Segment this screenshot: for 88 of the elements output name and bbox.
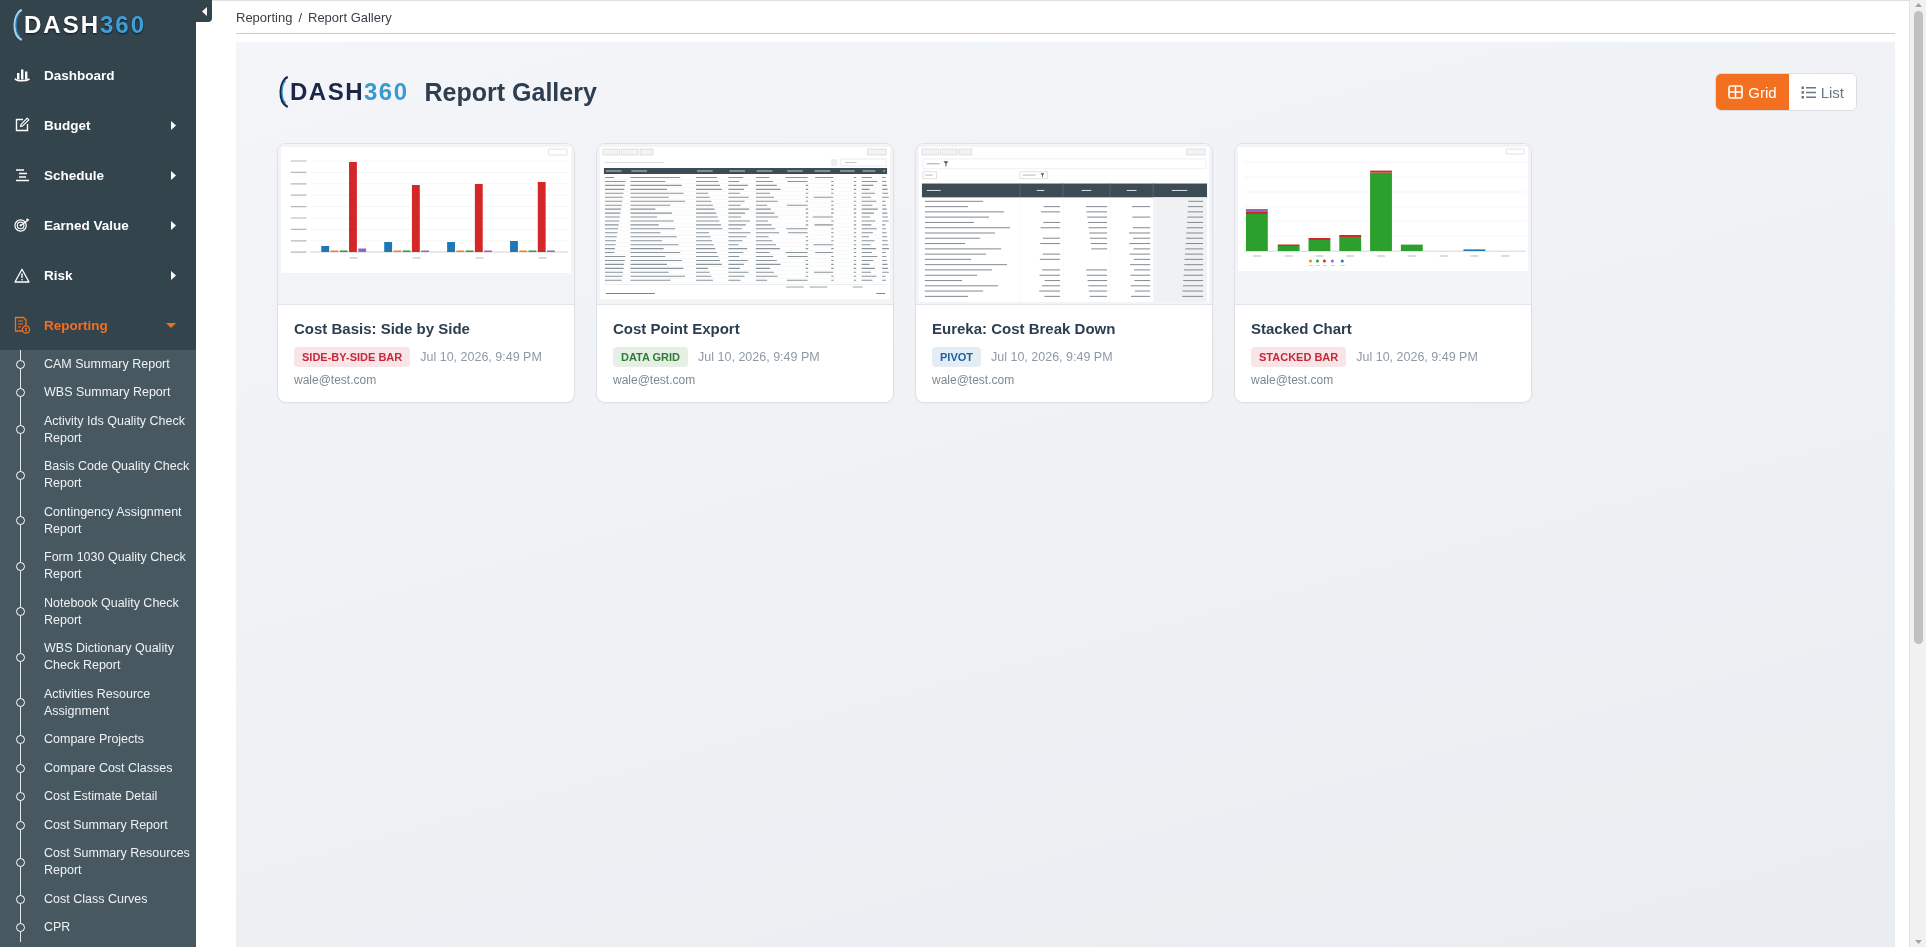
sidebar-menu-item[interactable]: Budget [0,100,196,150]
breadcrumb-separator: / [298,9,302,25]
report-date: Jul 10, 2026, 9:49 PM [1356,350,1478,364]
timeline-dot-icon [16,516,25,526]
document-coin-icon [14,316,30,334]
sidebar-menu-item[interactable]: Earned Value [0,200,196,250]
submenu-item[interactable]: WBS Dictionary Quality Check Report [0,634,196,680]
sidebar-menu-item[interactable]: Dashboard [0,50,196,100]
timeline-dot-icon [16,792,25,802]
logo-wordmark: DASH360 [290,80,409,104]
collapse-sidebar-button[interactable] [196,0,212,22]
staggered-lines-icon [14,167,30,183]
caret-left-icon [201,6,207,16]
scroll-down-arrow-icon [1914,940,1922,944]
bar-chart-icon [14,68,30,82]
breadcrumb-current: Report Gallery [308,9,392,25]
report-author-email: wale@test.com [1251,372,1335,389]
report-date: Jul 10, 2026, 9:49 PM [420,350,542,364]
submenu-item[interactable]: Activity Ids Quality Check Report [0,407,196,453]
target-icon [14,217,30,233]
report-title: Stacked Chart [1251,319,1353,339]
report-date: Jul 10, 2026, 9:49 PM [698,350,820,364]
submenu-item[interactable]: CPR [0,913,196,942]
scroll-up-arrow-icon [1914,3,1922,7]
logo-wordmark: DASH360 [24,13,147,37]
scrollbar-thumb[interactable] [1913,11,1923,644]
pencil-square-icon [14,117,30,133]
report-date: Jul 10, 2026, 9:49 PM [991,350,1113,364]
timeline-dot-icon [16,388,25,398]
logo-swoosh-icon [11,8,23,42]
submenu-item[interactable]: Cost Summary Report [0,811,196,840]
report-type-tag: PIVOT [932,347,981,367]
submenu-item[interactable]: CAM Summary Report [0,350,196,379]
report-card[interactable]: Cost Point Export DATA GRID Jul 10, 2026, 9:49 PM wale@test.com [596,143,894,403]
export-button-drawing [548,148,568,156]
timeline-dot-icon [16,607,25,617]
sidebar-menu-item[interactable]: Reporting [0,300,196,350]
submenu-item[interactable]: Compare Projects [0,725,196,754]
timeline-dot-icon [16,359,25,369]
legend-marker-icon [1322,259,1326,263]
report-author-email: wale@test.com [932,372,1016,389]
timeline-dot-icon [16,470,25,480]
report-card[interactable]: Stacked Chart STACKED BAR Jul 10, 2026, 9:49 PM wale@test.com [1234,143,1532,403]
submenu-item[interactable]: Activities Resource Assignment [0,680,196,726]
timeline-dot-icon [16,820,25,830]
export-button-drawing [1505,148,1525,155]
report-title: Cost Basis: Side by Side [294,319,471,339]
report-card[interactable]: Eureka: Cost Break Down PIVOT Jul 10, 2026, 9:49 PM wale@test.com [915,143,1213,403]
submenu-item[interactable]: Notebook Quality Check Report [0,589,196,635]
timeline-dot-icon [16,763,25,773]
submenu-item[interactable]: WBS Summary Report [0,378,196,407]
report-title: Cost Point Export [613,319,741,339]
report-title: Eureka: Cost Break Down [932,319,1117,339]
grid-icon [1728,85,1744,99]
sidebar-menu-item[interactable]: Risk [0,250,196,300]
timeline-dot-icon [16,561,25,571]
legend-marker-icon [1309,259,1312,263]
timeline-dot-icon [16,894,25,904]
submenu-item[interactable]: Cost Summary Resources Report [0,839,196,885]
timeline-dot-icon [16,652,25,662]
sidebar-menu-item[interactable]: Schedule [0,150,196,200]
timeline-dot-icon [16,735,25,745]
legend-marker-icon [1340,259,1344,263]
report-type-tag: DATA GRID [613,347,689,367]
report-author-email: wale@test.com [294,372,378,389]
report-type-tag: SIDE-BY-SIDE BAR [294,347,411,367]
page-title: Report Gallery [424,77,597,107]
breadcrumb-link[interactable]: Reporting [236,9,293,25]
warning-icon [14,267,30,283]
timeline-dot-icon [16,425,25,435]
submenu-item[interactable]: Compare Cost Classes [0,754,196,783]
report-card[interactable]: Cost Basis: Side by Side SIDE-BY-SIDE BAR Jul 10, 2026, 9:49 PM wale@test.com [277,143,575,403]
submenu-item[interactable]: Cost Class Curves [0,885,196,914]
legend-marker-icon [1330,259,1334,263]
report-author-email: wale@test.com [613,372,697,389]
list-icon [1800,85,1816,99]
submenu-item[interactable]: Contingency Assignment Report [0,498,196,544]
timeline-dot-icon [16,698,25,708]
timeline-dot-icon [16,923,25,933]
legend-marker-icon [1315,259,1319,263]
logo-swoosh-icon [277,75,289,109]
chart-bar-segment [1400,244,1423,251]
submenu-item[interactable]: Cost Estimate Detail [0,782,196,811]
report-type-tag: STACKED BAR [1251,347,1347,367]
submenu-item[interactable]: Basis Code Quality Check Report [0,452,196,498]
timeline-dot-icon [16,857,25,867]
vertical-scrollbar[interactable] [1909,0,1926,947]
submenu-item[interactable]: Form 1030 Quality Check Report [0,543,196,589]
